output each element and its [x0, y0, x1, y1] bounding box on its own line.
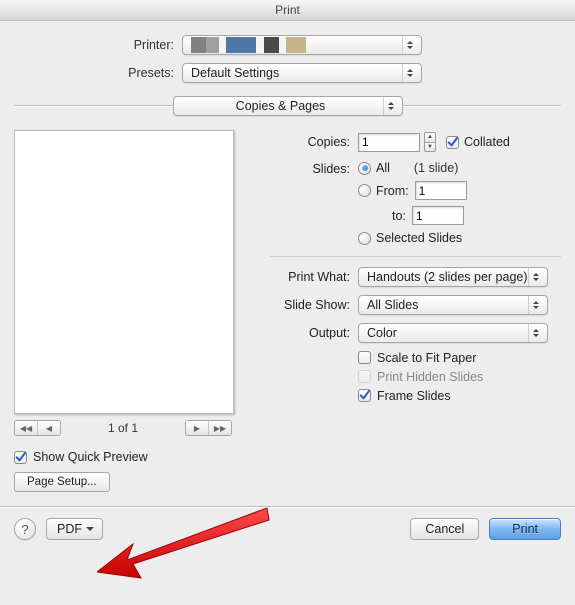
printer-row: Printer:	[14, 35, 561, 55]
pdf-menu-button[interactable]: PDF	[46, 518, 103, 540]
print-dialog: Print Printer: Presets:	[0, 0, 575, 605]
copies-row: Copies: ▲ ▼ Collated	[270, 132, 561, 152]
chevron-down-icon	[86, 527, 94, 535]
print-hidden-label: Print Hidden Slides	[377, 370, 483, 384]
section-divider: Copies & Pages	[14, 95, 561, 116]
output-label: Output:	[270, 326, 358, 340]
slide-show-select[interactable]: All Slides	[358, 295, 548, 315]
scale-to-fit-checkbox[interactable]	[358, 351, 371, 364]
updown-arrows-icon	[528, 324, 543, 342]
dialog-content: Printer: Presets: Default Settings	[0, 21, 575, 492]
print-what-select[interactable]: Handouts (2 slides per page)	[358, 267, 548, 287]
output-value: Color	[367, 326, 397, 340]
slides-selected-label: Selected Slides	[376, 231, 462, 245]
window-title: Print	[0, 0, 575, 21]
presets-label: Presets:	[14, 66, 182, 80]
updown-arrows-icon	[528, 296, 543, 314]
slides-from-input[interactable]	[415, 181, 467, 200]
updown-arrows-icon	[528, 268, 543, 286]
page-setup-button[interactable]: Page Setup...	[14, 472, 110, 492]
options-pane: Copies: ▲ ▼ Collated Slides:	[270, 130, 561, 492]
help-icon: ?	[21, 522, 28, 537]
show-quick-preview-label: Show Quick Preview	[33, 450, 148, 464]
print-button-label: Print	[512, 522, 538, 536]
pager-back-group: ◀◀ ◀	[14, 420, 61, 436]
print-what-label: Print What:	[270, 270, 358, 284]
preview-page	[14, 130, 234, 414]
print-section-select[interactable]: Copies & Pages	[173, 96, 403, 116]
printer-name-redacted	[191, 37, 316, 53]
presets-select[interactable]: Default Settings	[182, 63, 422, 83]
main-body: ◀◀ ◀ 1 of 1 ▶ ▶▶ Show Quick Preview	[14, 130, 561, 492]
slides-to-label: to:	[392, 209, 406, 223]
presets-value: Default Settings	[191, 66, 279, 80]
pager-first-button[interactable]: ◀◀	[15, 421, 38, 435]
slides-label: Slides:	[270, 160, 358, 176]
pager-next-button[interactable]: ▶	[186, 421, 209, 435]
cancel-button[interactable]: Cancel	[410, 518, 479, 540]
help-button[interactable]: ?	[14, 518, 36, 540]
copies-input[interactable]	[358, 133, 420, 152]
print-button[interactable]: Print	[489, 518, 561, 540]
slides-from-radio[interactable]	[358, 184, 371, 197]
slide-show-label: Slide Show:	[270, 298, 358, 312]
slides-row: Slides: All (1 slide) From:	[270, 160, 561, 248]
printer-label: Printer:	[14, 38, 182, 52]
footer: ? PDF Cancel Print	[0, 508, 575, 550]
print-what-row: Print What: Handouts (2 slides per page)	[270, 267, 561, 287]
output-select[interactable]: Color	[358, 323, 548, 343]
slide-show-row: Slide Show: All Slides	[270, 295, 561, 315]
pager-last-button[interactable]: ▶▶	[209, 421, 231, 435]
collated-label: Collated	[464, 135, 510, 149]
page-setup-label: Page Setup...	[27, 476, 97, 488]
collated-checkbox[interactable]	[446, 136, 459, 149]
frame-slides-label: Frame Slides	[377, 389, 451, 403]
print-hidden-row: Print Hidden Slides	[358, 370, 561, 384]
preview-pane: ◀◀ ◀ 1 of 1 ▶ ▶▶ Show Quick Preview	[14, 130, 254, 492]
slide-count-hint: (1 slide)	[414, 161, 458, 175]
cancel-button-label: Cancel	[425, 522, 464, 536]
updown-arrows-icon	[402, 64, 417, 82]
frame-slides-checkbox[interactable]	[358, 389, 371, 402]
options-divider	[270, 256, 561, 257]
pager-forward-group: ▶ ▶▶	[185, 420, 232, 436]
updown-arrows-icon	[383, 97, 398, 115]
scale-to-fit-label: Scale to Fit Paper	[377, 351, 476, 365]
preview-pager: ◀◀ ◀ 1 of 1 ▶ ▶▶	[14, 420, 232, 436]
copies-stepper[interactable]: ▲ ▼	[424, 132, 436, 152]
print-what-value: Handouts (2 slides per page)	[367, 270, 528, 284]
slides-all-label: All	[376, 161, 390, 175]
pdf-button-label: PDF	[57, 522, 82, 536]
presets-row: Presets: Default Settings	[14, 63, 561, 83]
show-quick-preview-row: Show Quick Preview	[14, 450, 254, 464]
slides-selected-radio[interactable]	[358, 232, 371, 245]
show-quick-preview-checkbox[interactable]	[14, 451, 27, 464]
slides-from-label: From:	[376, 184, 409, 198]
output-row: Output: Color	[270, 323, 561, 343]
print-hidden-checkbox	[358, 370, 371, 383]
frame-slides-row: Frame Slides	[358, 389, 561, 403]
pager-prev-button[interactable]: ◀	[38, 421, 60, 435]
print-section-value: Copies & Pages	[236, 99, 326, 113]
stepper-up-icon: ▲	[424, 132, 436, 142]
scale-to-fit-row: Scale to Fit Paper	[358, 351, 561, 365]
slides-to-input[interactable]	[412, 206, 464, 225]
stepper-down-icon: ▼	[424, 142, 436, 153]
slide-show-value: All Slides	[367, 298, 418, 312]
copies-label: Copies:	[270, 135, 358, 149]
page-indicator: 1 of 1	[108, 421, 138, 435]
slides-all-radio[interactable]	[358, 162, 371, 175]
updown-arrows-icon	[402, 36, 417, 54]
printer-select[interactable]	[182, 35, 422, 55]
